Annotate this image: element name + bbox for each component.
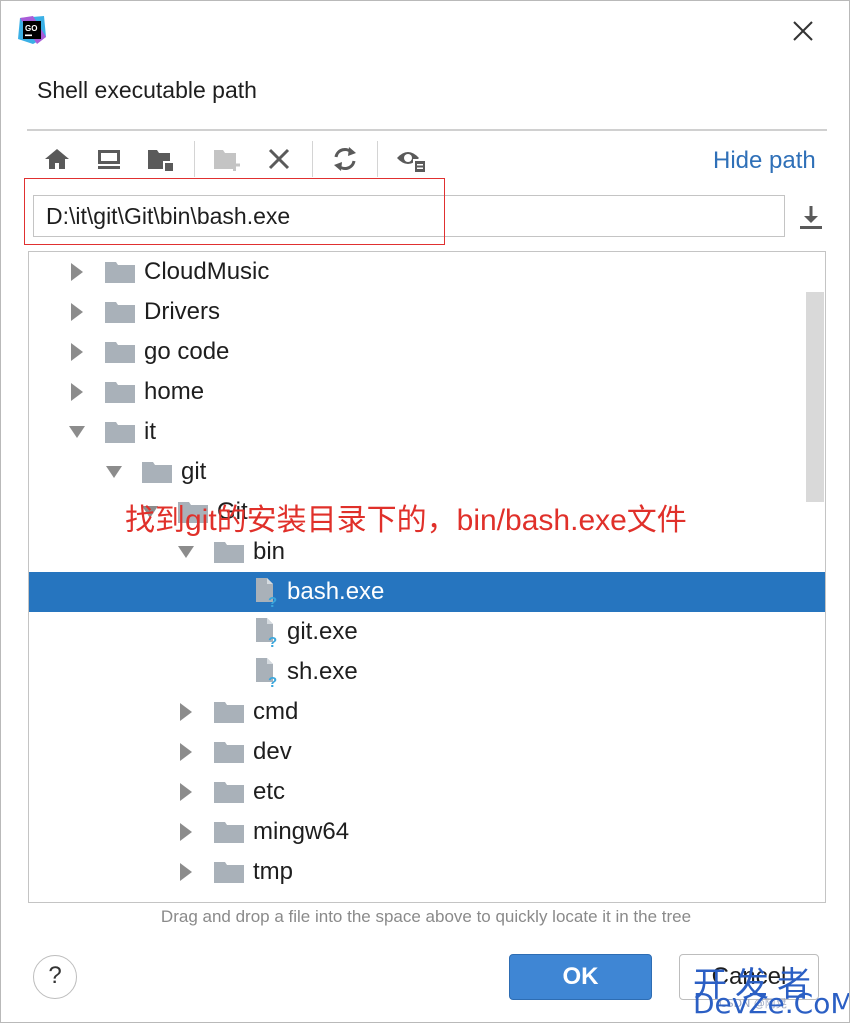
tree-item-label: dev xyxy=(253,738,292,765)
file-chooser-toolbar xyxy=(37,141,457,177)
folder-icon xyxy=(105,302,135,323)
project-folder-icon xyxy=(148,150,173,171)
tree-item-label: cmd xyxy=(253,698,299,725)
ok-button[interactable]: OK xyxy=(509,954,652,1000)
unknown-file-icon: ? xyxy=(256,658,277,688)
delete-button[interactable] xyxy=(261,141,297,177)
folder-icon xyxy=(142,462,172,483)
home-button[interactable] xyxy=(39,141,75,177)
tree-item-label: sh.exe xyxy=(287,658,358,685)
tree-item-label: mingw64 xyxy=(253,818,350,845)
tree-folder-row[interactable]: tmp xyxy=(29,852,825,892)
chevron-down-icon[interactable] xyxy=(104,452,124,492)
tree-folder-row[interactable]: go code xyxy=(29,332,825,372)
project-folder-button[interactable] xyxy=(143,141,179,177)
unknown-file-icon: ? xyxy=(256,578,277,608)
chevron-right-icon[interactable] xyxy=(176,852,196,892)
path-highlight-box xyxy=(24,178,445,245)
chevron-right-icon[interactable] xyxy=(67,332,87,372)
tree-item-label: it xyxy=(144,418,156,445)
folder-icon xyxy=(105,382,135,403)
goland-logo-icon: GO xyxy=(18,16,46,44)
annotation-text: 找到git的安装目录下的，bin/bash.exe文件 xyxy=(125,504,687,537)
dialog-title: Shell executable path xyxy=(37,77,257,103)
desktop-button[interactable] xyxy=(91,141,127,177)
chevron-down-icon[interactable] xyxy=(67,412,87,452)
svg-text:?: ? xyxy=(268,674,277,688)
tree-item-label: go code xyxy=(144,338,230,365)
file-tree[interactable]: CloudMusic Drivers go code home it git Git bin?… xyxy=(28,251,826,903)
tree-folder-row[interactable]: git xyxy=(29,452,825,492)
dialog-window: GO Shell executable path Hide path D:\it… xyxy=(0,0,850,1023)
chevron-right-icon[interactable] xyxy=(176,732,196,772)
folder-icon xyxy=(105,422,135,443)
tree-folder-row[interactable]: mingw64 xyxy=(29,812,825,852)
new-folder-button[interactable] xyxy=(209,141,245,177)
refresh-icon xyxy=(334,147,356,171)
tree-file-row[interactable]: ? sh.exe xyxy=(29,652,825,692)
chevron-right-icon[interactable] xyxy=(67,372,87,412)
tree-folder-row[interactable]: Drivers xyxy=(29,292,825,332)
folder-icon xyxy=(214,782,244,803)
download-icon[interactable] xyxy=(795,201,827,233)
folder-icon xyxy=(214,862,244,883)
tree-item-label: home xyxy=(144,378,205,405)
tree-folder-row[interactable]: etc xyxy=(29,772,825,812)
unknown-file-icon: ? xyxy=(256,618,277,648)
tree-item-label: git.exe xyxy=(287,618,358,645)
chevron-right-icon[interactable] xyxy=(176,772,196,812)
help-button[interactable]: ? xyxy=(33,955,77,999)
chevron-right-icon[interactable] xyxy=(67,292,87,332)
show-hidden-icon xyxy=(397,152,425,172)
tree-folder-row[interactable]: CloudMusic xyxy=(29,252,825,292)
watermark-line2: DevZe.CoM xyxy=(693,987,850,1020)
folder-icon xyxy=(214,702,244,723)
watermark: 开发者 CSDN @阿晃 DevZe.CoM xyxy=(693,957,849,1020)
tree-item-label: git xyxy=(181,458,207,485)
delete-icon xyxy=(268,148,290,170)
chevron-right-icon[interactable] xyxy=(176,812,196,852)
tree-item-label: etc xyxy=(253,778,286,805)
folder-icon xyxy=(105,342,135,363)
hide-path-link[interactable]: Hide path xyxy=(713,147,816,175)
new-folder-icon xyxy=(214,150,240,171)
drag-drop-hint: Drag and drop a file into the space abov… xyxy=(160,907,692,926)
logo-text: GO xyxy=(25,24,37,33)
refresh-button[interactable] xyxy=(327,141,363,177)
tree-file-row[interactable]: ? bash.exe xyxy=(29,572,825,612)
show-hidden-button[interactable] xyxy=(393,141,429,177)
tree-file-row[interactable]: ? git.exe xyxy=(29,612,825,652)
close-icon[interactable] xyxy=(787,15,819,47)
folder-icon xyxy=(214,822,244,843)
tree-folder-row[interactable]: it xyxy=(29,412,825,452)
folder-icon xyxy=(214,742,244,763)
chevron-right-icon[interactable] xyxy=(67,252,87,292)
tree-folder-row[interactable]: cmd xyxy=(29,692,825,732)
tree-item-label: bash.exe xyxy=(287,578,385,605)
svg-text:?: ? xyxy=(268,634,277,648)
title-divider xyxy=(27,129,827,131)
chevron-right-icon[interactable] xyxy=(176,692,196,732)
tree-folder-row[interactable]: home xyxy=(29,372,825,412)
desktop-icon xyxy=(98,150,120,169)
svg-text:?: ? xyxy=(268,594,277,608)
tree-item-label: CloudMusic xyxy=(144,258,270,285)
tree-item-label: Drivers xyxy=(144,298,220,325)
folder-icon xyxy=(214,542,244,563)
home-icon xyxy=(45,149,69,169)
tree-folder-row[interactable]: dev xyxy=(29,732,825,772)
folder-icon xyxy=(105,262,135,283)
tree-item-label: tmp xyxy=(253,858,294,885)
